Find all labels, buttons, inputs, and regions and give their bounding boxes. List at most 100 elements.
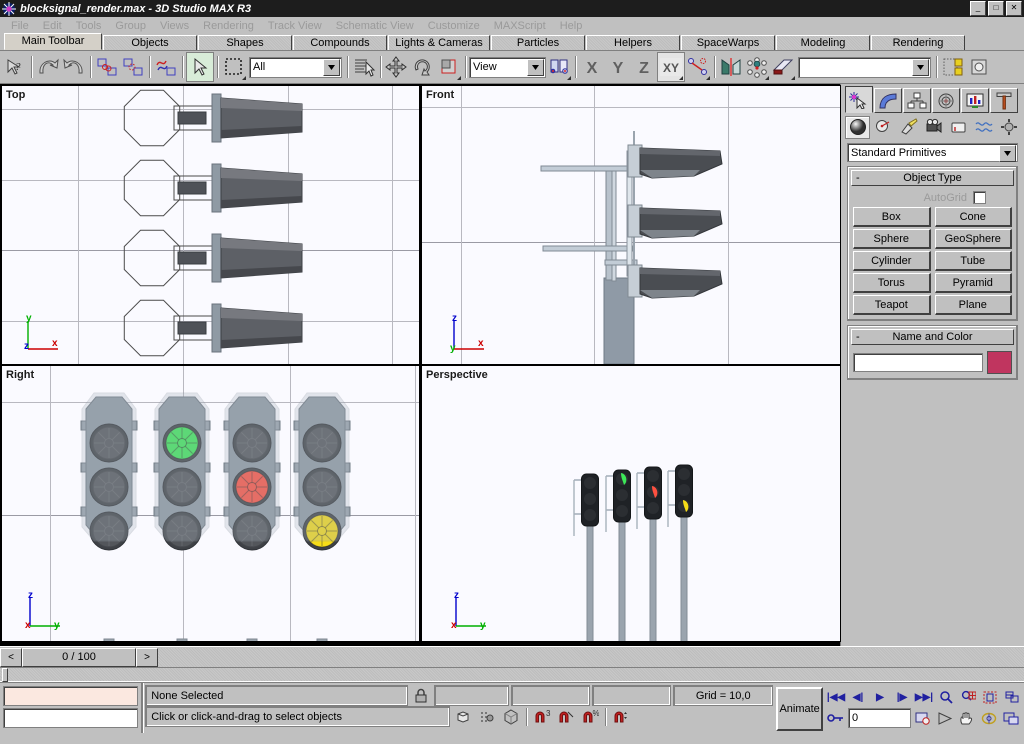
percent-snap-icon[interactable]: % bbox=[579, 706, 601, 727]
hand-icon[interactable] bbox=[957, 709, 977, 727]
key-icon[interactable] bbox=[826, 709, 846, 727]
arc-rotate-icon[interactable] bbox=[979, 709, 999, 727]
spacewarps-button[interactable] bbox=[972, 117, 995, 138]
menu-item-rendering[interactable]: Rendering bbox=[196, 19, 261, 33]
select-and-link-icon[interactable] bbox=[94, 53, 120, 81]
goto-start-button[interactable]: |◀◀ bbox=[826, 688, 846, 706]
restrict-plane-icon[interactable]: XY bbox=[657, 52, 685, 82]
menu-item-customize[interactable]: Customize bbox=[421, 19, 487, 33]
ref-coord-system-combo[interactable]: View bbox=[469, 56, 546, 78]
menu-item-schematic-view[interactable]: Schematic View bbox=[329, 19, 421, 33]
object-type-sphere[interactable]: Sphere bbox=[853, 229, 931, 249]
chevron-down-icon[interactable] bbox=[527, 58, 544, 76]
tab-objects[interactable]: Objects bbox=[103, 35, 197, 50]
chevron-down-icon[interactable] bbox=[323, 58, 340, 76]
snap-3d-icon[interactable]: 3 bbox=[531, 706, 553, 727]
geometry-button[interactable] bbox=[845, 115, 870, 139]
play-animation-button[interactable]: ▶ bbox=[870, 688, 890, 706]
menu-item-views[interactable]: Views bbox=[153, 19, 196, 33]
menu-item-file[interactable]: File bbox=[4, 19, 36, 33]
tab-modeling[interactable]: Modeling bbox=[776, 35, 870, 50]
shade-selected-icon[interactable] bbox=[452, 706, 474, 727]
lights-button[interactable] bbox=[897, 117, 920, 138]
right-viewport-label[interactable]: Right bbox=[6, 369, 34, 381]
time-slider-track[interactable] bbox=[158, 647, 1024, 667]
prev-frame-arrow[interactable]: < bbox=[0, 647, 22, 667]
tab-spacewarps[interactable]: SpaceWarps bbox=[681, 35, 775, 50]
angle-snap-icon[interactable] bbox=[555, 706, 577, 727]
crossing-cube-icon[interactable] bbox=[500, 706, 522, 727]
maximize-button[interactable]: □ bbox=[988, 1, 1004, 16]
object-name-input[interactable] bbox=[853, 353, 983, 372]
track-bar-handle[interactable] bbox=[2, 668, 8, 682]
select-and-move-icon[interactable] bbox=[384, 53, 410, 81]
magnifier-grid-icon[interactable] bbox=[958, 688, 978, 706]
time-slider[interactable]: 0 / 100 bbox=[22, 647, 136, 667]
previous-frame-button[interactable]: ◀| bbox=[848, 688, 868, 706]
object-type-cylinder[interactable]: Cylinder bbox=[853, 251, 931, 271]
tab-main-toolbar[interactable]: Main Toolbar bbox=[4, 33, 102, 50]
material-editor-icon[interactable] bbox=[940, 53, 966, 81]
named-selection-sets-combo[interactable] bbox=[798, 56, 931, 78]
object-type-plane[interactable]: Plane bbox=[934, 295, 1012, 315]
object-type-tube[interactable]: Tube bbox=[934, 251, 1012, 271]
object-type-geosphere[interactable]: GeoSphere bbox=[934, 229, 1012, 249]
selection-filter-combo[interactable]: All bbox=[249, 56, 342, 78]
next-frame-arrow[interactable]: > bbox=[136, 647, 158, 667]
tab-compounds[interactable]: Compounds bbox=[293, 35, 387, 50]
coordinate-field-x[interactable] bbox=[3, 686, 139, 706]
zoom-extents-all-icon[interactable] bbox=[1002, 688, 1022, 706]
array-icon[interactable] bbox=[744, 53, 770, 81]
use-pivot-center-icon[interactable] bbox=[546, 53, 572, 81]
perspective-viewport-label[interactable]: Perspective bbox=[426, 369, 488, 381]
chevron-down-icon[interactable] bbox=[912, 58, 929, 76]
category-dropdown[interactable]: Standard Primitives bbox=[847, 143, 1018, 162]
create-tab[interactable] bbox=[845, 86, 873, 113]
coordinate-field-y[interactable] bbox=[3, 708, 139, 728]
display-tab[interactable] bbox=[961, 88, 989, 113]
object-type-box[interactable]: Box bbox=[853, 207, 931, 227]
tab-particles[interactable]: Particles bbox=[491, 35, 585, 50]
select-by-name-icon[interactable] bbox=[351, 53, 377, 81]
tab-rendering[interactable]: Rendering bbox=[871, 35, 965, 50]
fov-icon[interactable] bbox=[935, 709, 955, 727]
menu-item-track-view[interactable]: Track View bbox=[261, 19, 329, 33]
mirror-selected-icon[interactable] bbox=[718, 53, 744, 81]
shapes-button[interactable] bbox=[872, 117, 895, 138]
goto-end-button[interactable]: ▶▶| bbox=[914, 688, 934, 706]
lock-icon[interactable] bbox=[410, 685, 432, 706]
mirror-icon[interactable] bbox=[685, 53, 711, 81]
magnifier-icon[interactable] bbox=[936, 688, 956, 706]
top-viewport-label[interactable]: Top bbox=[6, 89, 25, 101]
object-color-swatch[interactable] bbox=[987, 351, 1012, 374]
object-type-pyramid[interactable]: Pyramid bbox=[934, 273, 1012, 293]
name-and-color-header[interactable]: - Name and Color bbox=[851, 329, 1014, 345]
menu-item-group[interactable]: Group bbox=[108, 19, 153, 33]
object-type-header[interactable]: - Object Type bbox=[851, 170, 1014, 186]
restrict-z-icon[interactable]: Z bbox=[631, 53, 657, 81]
render-scene-icon[interactable] bbox=[966, 53, 992, 81]
perspective-viewport[interactable]: Perspective z x y bbox=[421, 365, 841, 642]
object-type-cone[interactable]: Cone bbox=[934, 207, 1012, 227]
cameras-button[interactable] bbox=[922, 117, 945, 138]
menu-item-tools[interactable]: Tools bbox=[69, 19, 109, 33]
motion-tab[interactable] bbox=[932, 88, 960, 113]
menu-item-maxscript[interactable]: MAXScript bbox=[487, 19, 553, 33]
select-and-scale-icon[interactable] bbox=[436, 53, 462, 81]
utilities-tab[interactable] bbox=[990, 88, 1018, 113]
front-viewport[interactable]: Front z y x bbox=[421, 85, 841, 365]
restrict-x-icon[interactable]: X bbox=[579, 53, 605, 81]
redo-view-icon[interactable] bbox=[61, 53, 87, 81]
tab-lights-cameras[interactable]: Lights & Cameras bbox=[388, 35, 490, 50]
collapse-toggle[interactable]: - bbox=[856, 331, 860, 343]
chevron-down-icon[interactable] bbox=[999, 145, 1016, 162]
helpers-button[interactable] bbox=[947, 117, 970, 138]
select-and-rotate-icon[interactable] bbox=[410, 53, 436, 81]
object-type-teapot[interactable]: Teapot bbox=[853, 295, 931, 315]
select-by-name-help-icon[interactable]: ? bbox=[2, 53, 28, 81]
current-frame-input[interactable]: 0 bbox=[848, 708, 911, 728]
animate-button[interactable]: Animate bbox=[776, 687, 823, 731]
autogrid-checkbox[interactable] bbox=[973, 191, 986, 204]
close-button[interactable]: ✕ bbox=[1006, 1, 1022, 16]
collapse-toggle[interactable]: - bbox=[856, 172, 860, 184]
